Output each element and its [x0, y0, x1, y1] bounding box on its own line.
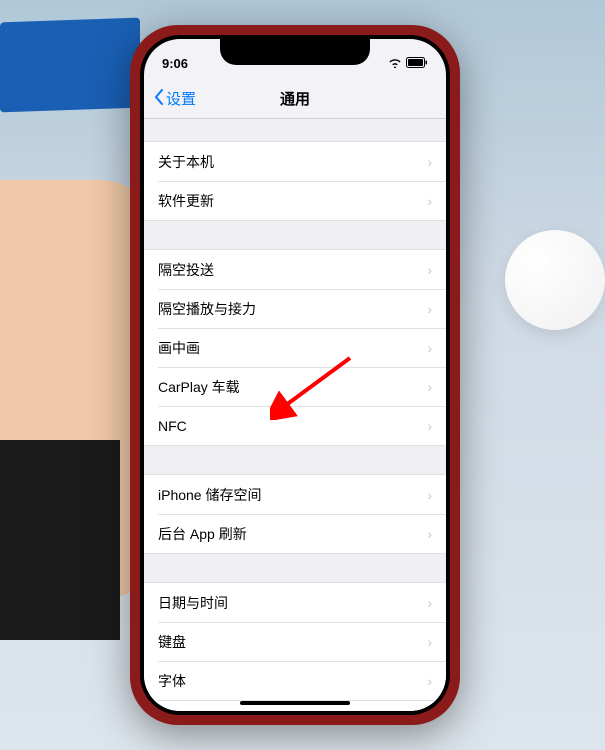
phone-screen: 9:06 设置 通用	[144, 39, 446, 711]
row-iphone-storage[interactable]: iPhone 储存空间 ›	[144, 475, 446, 514]
chevron-right-icon: ›	[427, 193, 432, 209]
chevron-right-icon: ›	[427, 379, 432, 395]
wifi-icon	[388, 56, 402, 71]
chevron-right-icon: ›	[427, 418, 432, 434]
home-indicator[interactable]	[240, 701, 350, 705]
row-background-refresh[interactable]: 后台 App 刷新 ›	[144, 514, 446, 553]
nav-bar: 设置 通用	[144, 79, 446, 119]
row-keyboard[interactable]: 键盘 ›	[144, 622, 446, 661]
row-label: 字体	[158, 671, 186, 691]
background-blue-object	[0, 18, 140, 113]
row-software-update[interactable]: 软件更新 ›	[144, 181, 446, 220]
row-about[interactable]: 关于本机 ›	[144, 142, 446, 181]
chevron-left-icon	[154, 89, 164, 109]
row-label: 隔空投送	[158, 260, 214, 280]
status-icons	[388, 56, 428, 71]
row-airdrop[interactable]: 隔空投送 ›	[144, 250, 446, 289]
row-fonts[interactable]: 字体 ›	[144, 661, 446, 700]
back-button[interactable]: 设置	[154, 88, 196, 109]
row-label: iPhone 储存空间	[158, 485, 261, 505]
row-label: 软件更新	[158, 191, 214, 211]
section-about: 关于本机 › 软件更新 ›	[144, 141, 446, 221]
chevron-right-icon: ›	[427, 526, 432, 542]
row-airplay-handoff[interactable]: 隔空播放与接力 ›	[144, 289, 446, 328]
sleeve	[0, 440, 120, 640]
row-label: CarPlay 车载	[158, 377, 240, 397]
row-label: 关于本机	[158, 152, 214, 172]
chevron-right-icon: ›	[427, 301, 432, 317]
section-connectivity: 隔空投送 › 隔空播放与接力 › 画中画 › CarPlay 车载 ›	[144, 249, 446, 446]
chevron-right-icon: ›	[427, 595, 432, 611]
row-label: 键盘	[158, 632, 186, 652]
row-label: 隔空播放与接力	[158, 299, 256, 319]
section-storage: iPhone 储存空间 › 后台 App 刷新 ›	[144, 474, 446, 554]
chevron-right-icon: ›	[427, 340, 432, 356]
back-label: 设置	[166, 88, 196, 109]
phone-bezel: 9:06 设置 通用	[140, 35, 450, 715]
background-cup	[505, 230, 605, 330]
row-nfc[interactable]: NFC ›	[144, 406, 446, 445]
section-datetime: 日期与时间 › 键盘 › 字体 › 语言与地区 ›	[144, 582, 446, 711]
row-date-time[interactable]: 日期与时间 ›	[144, 583, 446, 622]
battery-icon	[406, 56, 428, 71]
page-title: 通用	[280, 88, 310, 109]
row-carplay[interactable]: CarPlay 车载 ›	[144, 367, 446, 406]
row-label: 语言与地区	[158, 710, 228, 712]
chevron-right-icon: ›	[427, 262, 432, 278]
notch	[220, 39, 370, 65]
chevron-right-icon: ›	[427, 634, 432, 650]
settings-list[interactable]: 关于本机 › 软件更新 › 隔空投送 › 隔空播放与接力 ›	[144, 119, 446, 711]
chevron-right-icon: ›	[427, 487, 432, 503]
chevron-right-icon: ›	[427, 673, 432, 689]
row-label: NFC	[158, 418, 187, 434]
iphone-device: 9:06 设置 通用	[130, 25, 460, 725]
row-label: 后台 App 刷新	[158, 524, 247, 544]
row-pip[interactable]: 画中画 ›	[144, 328, 446, 367]
row-label: 画中画	[158, 338, 200, 358]
chevron-right-icon: ›	[427, 154, 432, 170]
row-label: 日期与时间	[158, 593, 228, 613]
status-time: 9:06	[162, 56, 188, 71]
